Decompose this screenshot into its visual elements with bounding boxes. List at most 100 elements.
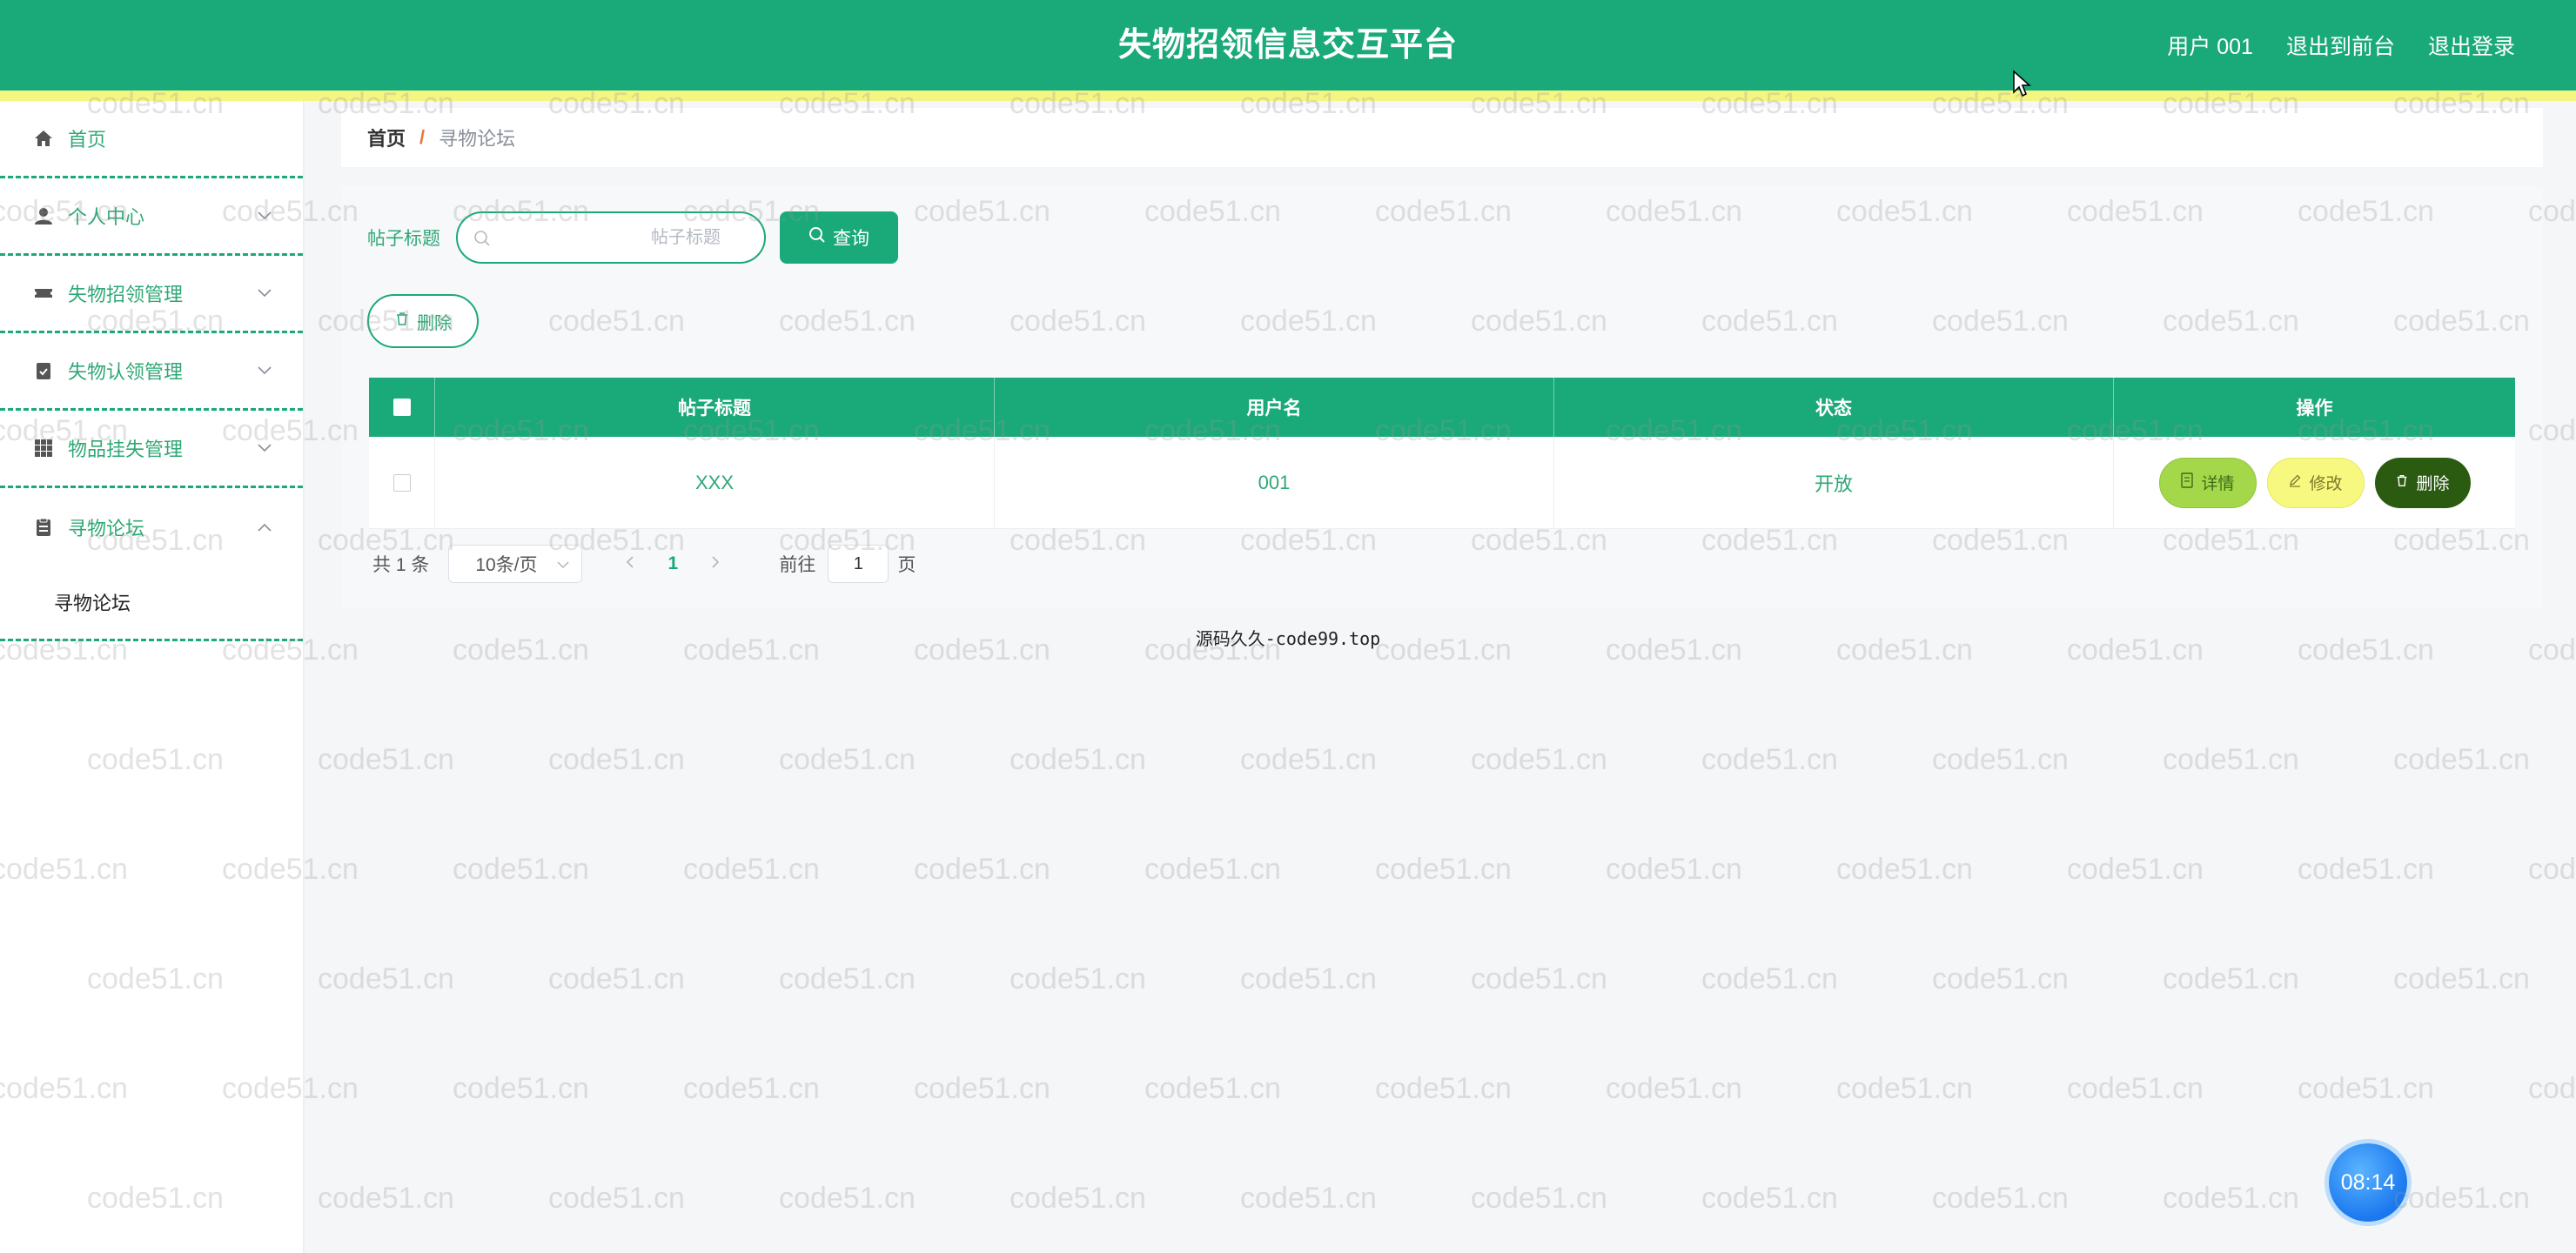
forum-table: 帖子标题 用户名 状态 操作 XXX 001 开放 详情 修改 删除	[369, 378, 2515, 529]
select-all-checkbox[interactable]	[392, 399, 411, 416]
watermark-text: code51.cn	[683, 853, 820, 886]
watermark-text: code51.cn	[1932, 1182, 2069, 1215]
page-number-current[interactable]: 1	[662, 553, 683, 574]
sidebar-item-label: 失物招领管理	[68, 284, 184, 305]
chevron-down-icon	[256, 362, 273, 379]
edit-button-label: 修改	[2309, 475, 2343, 493]
column-header-title[interactable]: 帖子标题	[435, 378, 995, 437]
detail-button[interactable]: 详情	[2158, 457, 2257, 508]
watermark-text: code51.cn	[1471, 962, 1607, 995]
chevron-down-icon	[256, 285, 273, 302]
breadcrumb-separator: /	[419, 126, 426, 148]
home-icon	[31, 126, 56, 151]
table-row: XXX 001 开放 详情 修改 删除	[369, 437, 2515, 529]
watermark-text: code51.cn	[2298, 1072, 2434, 1105]
row-delete-button[interactable]: 删除	[2374, 457, 2471, 508]
sidebar-item-claim-management[interactable]: 失物认领管理	[0, 333, 303, 411]
sidebar-item-loss-report-management[interactable]: 物品挂失管理	[0, 411, 303, 488]
user-icon	[31, 204, 56, 228]
row-checkbox[interactable]	[392, 473, 411, 492]
logout-link[interactable]: 退出登录	[2428, 30, 2515, 61]
footer-note: 源码久久-code99.top	[1195, 628, 1381, 649]
search-icon	[473, 230, 491, 251]
watermark-text: code51.cn	[1606, 853, 1742, 886]
breadcrumb-current: 寻物论坛	[439, 128, 516, 150]
select-all-cell	[369, 378, 435, 437]
trash-icon	[2395, 473, 2409, 492]
pagination: 共 1 条 10条/页 1 前往 页	[372, 543, 916, 585]
mouse-cursor-icon	[2012, 70, 2032, 97]
watermark-text: code51.cn	[914, 853, 1050, 886]
header-accent-strip	[0, 90, 2576, 101]
watermark-text: code51.cn	[2298, 853, 2434, 886]
sidebar-item-forum[interactable]: 寻物论坛	[0, 488, 303, 566]
column-header-actions: 操作	[2296, 399, 2333, 419]
sidebar-item-personal-center[interactable]: 个人中心	[0, 178, 303, 256]
watermark-text: code51.cn	[1144, 853, 1281, 886]
watermark-text: code51.cn	[548, 743, 685, 776]
watermark-text: code51.cn	[453, 1072, 589, 1105]
sidebar-item-label: 物品挂失管理	[68, 439, 184, 460]
exit-to-front-link[interactable]: 退出到前台	[2286, 30, 2395, 61]
watermark-text: code51.cn	[318, 962, 454, 995]
watermark-text: code51.cn	[1240, 962, 1377, 995]
watermark-text: code51.cn	[1010, 962, 1146, 995]
chevron-down-icon	[557, 553, 569, 574]
prev-page-button[interactable]	[617, 553, 643, 574]
sidebar-group-forum: 寻物论坛 寻物论坛	[0, 488, 303, 641]
ticket-icon	[31, 281, 56, 305]
column-header-status[interactable]: 状态	[1554, 378, 2114, 437]
watermark-text: code51.cn	[2393, 1182, 2530, 1215]
watermark-text: code51.cn	[548, 1182, 685, 1215]
query-button[interactable]: 查询	[780, 211, 898, 264]
watermark-text: code51.cn	[779, 962, 916, 995]
clock-bubble[interactable]: 08:14	[2329, 1143, 2407, 1222]
watermark-text: code51.cn	[683, 1072, 820, 1105]
watermark-text: code51.cn	[1010, 743, 1146, 776]
watermark-text: code51.cn	[1932, 962, 2069, 995]
watermark-text: code51.cn	[1471, 1182, 1607, 1215]
sidebar-item-label: 个人中心	[68, 206, 145, 228]
chevron-up-icon	[256, 519, 273, 536]
column-header-username[interactable]: 用户名	[995, 378, 1554, 437]
watermark-text: code51.cn	[318, 1182, 454, 1215]
search-bar: 帖子标题 查询	[367, 211, 898, 265]
watermark-text: code51.cn	[1836, 853, 1973, 886]
edit-button[interactable]: 修改	[2266, 457, 2365, 508]
watermark-text: code51.cn	[2163, 743, 2299, 776]
sidebar-item-lost-found-management[interactable]: 失物招领管理	[0, 256, 303, 333]
page-size-value: 10条/页	[475, 555, 538, 575]
sidebar-item-label: 首页	[68, 129, 107, 151]
watermark-text: code51.cn	[2163, 1182, 2299, 1215]
page-size-select[interactable]: 10条/页	[448, 545, 583, 583]
watermark-text: code51.cn	[2067, 853, 2204, 886]
batch-delete-label: 删除	[417, 313, 452, 333]
sidebar-item-home[interactable]: 首页	[0, 101, 303, 178]
goto-page-input[interactable]	[828, 545, 889, 583]
search-input[interactable]	[475, 213, 747, 262]
next-page-button[interactable]	[702, 553, 728, 574]
search-box	[456, 211, 766, 264]
watermark-text: code51.cn	[2163, 962, 2299, 995]
sidebar-item-label: 失物认领管理	[68, 361, 184, 383]
goto-label: 前往	[779, 555, 816, 575]
table-header: 帖子标题 用户名 状态 操作	[369, 378, 2515, 437]
watermark-text: code51.cn	[1471, 743, 1607, 776]
row-select-cell	[369, 437, 435, 528]
watermark-text: code51.cn	[1375, 853, 1512, 886]
watermark-text: code51.cn	[1701, 743, 1838, 776]
header-actions: 用户 001 退出到前台 退出登录	[2167, 0, 2515, 90]
watermark-text: code51.cn	[548, 962, 685, 995]
pencil-icon	[2288, 473, 2302, 492]
cell-actions: 详情 修改 删除	[2114, 437, 2515, 528]
breadcrumb-home[interactable]: 首页	[367, 124, 406, 151]
grid-icon	[31, 436, 56, 460]
watermark-text: code51.cn	[2393, 743, 2530, 776]
query-button-label: 查询	[833, 229, 869, 249]
batch-delete-button[interactable]: 删除	[367, 294, 479, 348]
watermark-text: code51.cn	[1606, 1072, 1742, 1105]
pagination-total: 共 1 条	[372, 555, 430, 575]
cell-username: 001	[995, 437, 1554, 528]
watermark-text: code51.cn	[2393, 962, 2530, 995]
sidebar: 首页 个人中心 失物招领管理 失物认领管理 物品挂失管理 寻物论坛 寻物论坛	[0, 101, 305, 1253]
